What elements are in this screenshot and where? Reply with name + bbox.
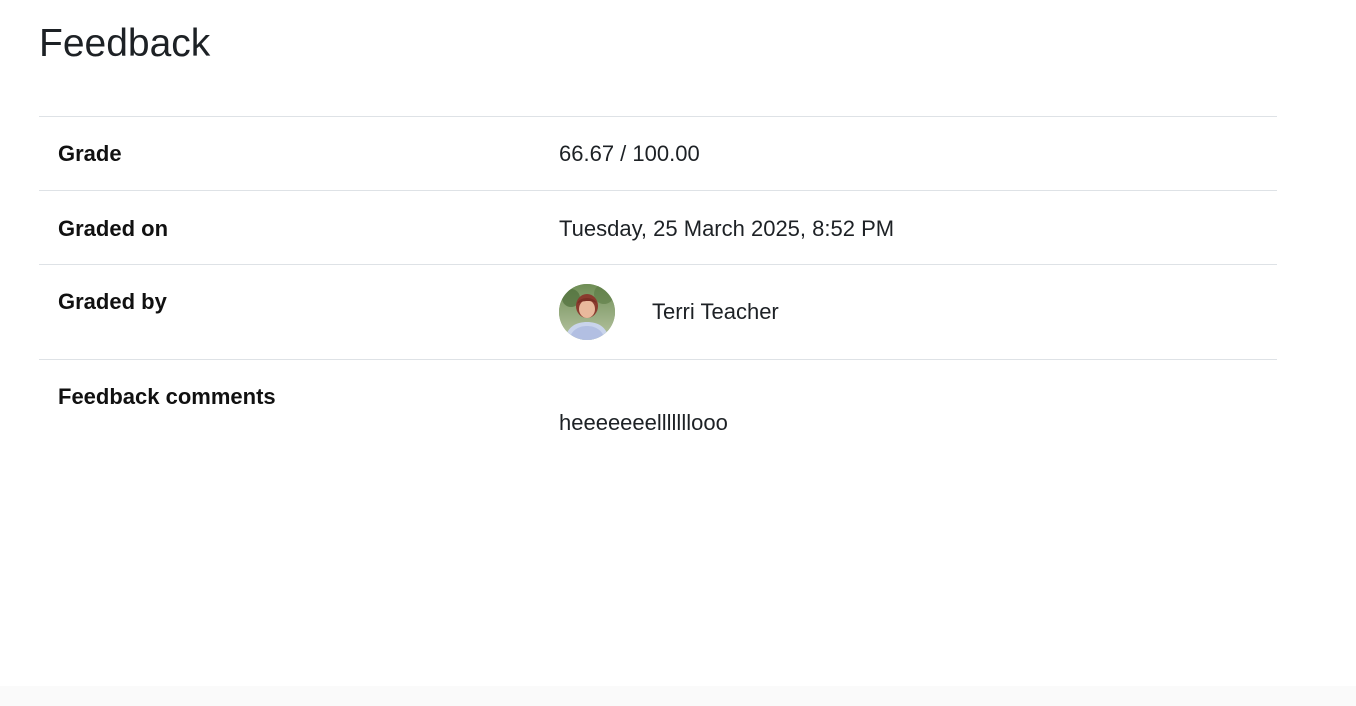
page-title: Feedback bbox=[39, 22, 211, 65]
table-row-grade: Grade 66.67 / 100.00 bbox=[39, 117, 1277, 191]
table-row-feedback-comments: Feedback comments heeeeeeelllllllooo bbox=[39, 360, 1277, 438]
feedback-page: Feedback Grade 66.67 / 100.00 Graded on … bbox=[0, 0, 1356, 706]
feedback-comments-value: heeeeeeelllllllooo bbox=[559, 410, 728, 435]
feedback-table: Grade 66.67 / 100.00 Graded on Tuesday, … bbox=[39, 116, 1277, 437]
graded-by-label: Graded by bbox=[58, 289, 167, 314]
graded-on-value: Tuesday, 25 March 2025, 8:52 PM bbox=[559, 216, 895, 241]
footer-strip bbox=[0, 686, 1356, 706]
avatar-image bbox=[559, 284, 615, 340]
grader-name[interactable]: Terri Teacher bbox=[652, 298, 779, 326]
grader: Terri Teacher bbox=[559, 283, 1277, 341]
graded-on-label: Graded on bbox=[58, 216, 169, 241]
table-row-graded-by: Graded by Terri Teacher bbox=[39, 265, 1277, 360]
grade-label: Grade bbox=[58, 141, 122, 166]
table-row-graded-on: Graded on Tuesday, 25 March 2025, 8:52 P… bbox=[39, 191, 1277, 265]
grade-value: 66.67 / 100.00 bbox=[559, 141, 700, 166]
graded-by-cell: Terri Teacher bbox=[559, 265, 1277, 360]
feedback-comments-label: Feedback comments bbox=[58, 384, 276, 409]
avatar[interactable] bbox=[559, 284, 615, 340]
